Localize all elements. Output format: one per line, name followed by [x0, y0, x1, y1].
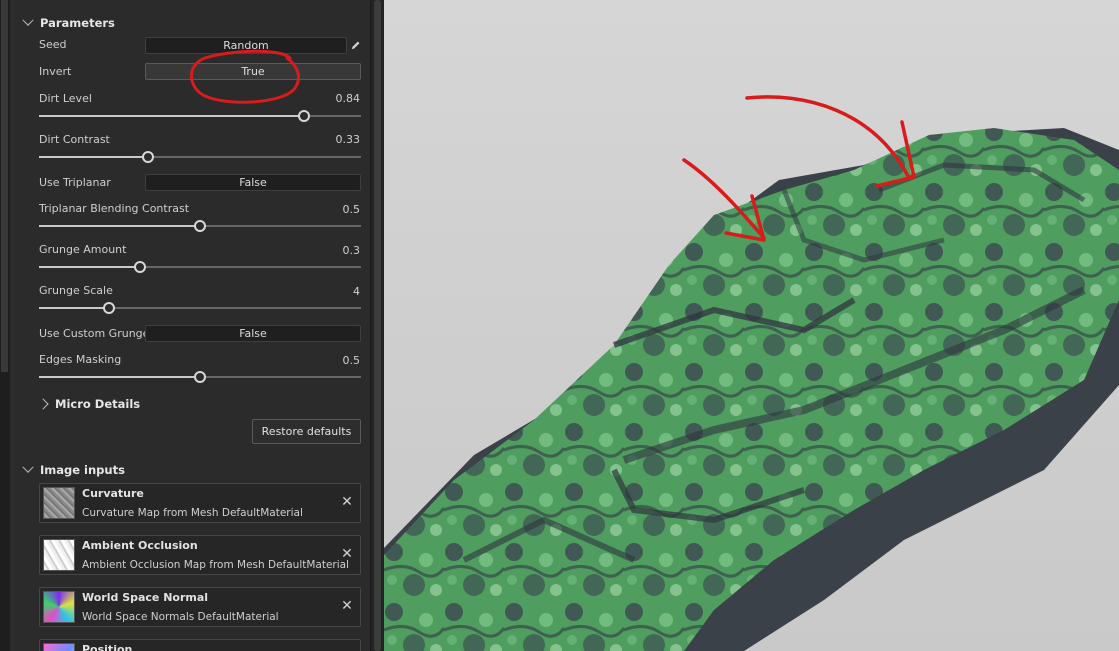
edges-masking-slider[interactable]	[39, 371, 361, 383]
chevron-down-icon	[22, 14, 34, 26]
seed-field[interactable]: Random	[145, 37, 347, 54]
image-input-title: Ambient Occlusion	[82, 539, 198, 552]
invert-toggle[interactable]: True	[145, 63, 361, 80]
world-space-normal-thumbnail	[43, 591, 75, 623]
curvature-thumbnail	[43, 487, 75, 519]
use-custom-grunge-toggle[interactable]: False	[145, 325, 361, 342]
slider-knob[interactable]	[134, 261, 147, 273]
slider-knob[interactable]	[142, 151, 155, 163]
slider-knob[interactable]	[298, 110, 310, 122]
grunge-scale-label: Grunge Scale	[39, 284, 113, 297]
dirt-level-value: 0.84	[335, 92, 361, 105]
image-input-card-curvature[interactable]: Curvature Curvature Map from Mesh Defaul…	[39, 483, 361, 523]
pencil-icon[interactable]	[350, 40, 361, 51]
slider-fill	[39, 266, 141, 268]
image-input-card-position[interactable]: Position	[39, 639, 361, 651]
slider-fill	[39, 376, 200, 378]
grunge-amount-label: Grunge Amount	[39, 243, 127, 256]
slider-fill	[39, 307, 109, 309]
properties-panel: Parameters Seed Random Invert True Dirt …	[10, 0, 370, 651]
panel-scrollbar[interactable]	[370, 0, 384, 651]
image-inputs-header-label: Image inputs	[40, 463, 125, 477]
restore-defaults-button[interactable]: Restore defaults	[252, 419, 361, 444]
micro-details-header-label: Micro Details	[55, 397, 141, 411]
close-icon[interactable]: ✕	[340, 547, 354, 561]
left-dock-strip	[0, 0, 10, 651]
seed-label: Seed	[39, 38, 67, 51]
triplanar-blending-slider[interactable]	[39, 220, 361, 232]
micro-details-section-header[interactable]: Micro Details	[37, 395, 141, 413]
image-input-card-ambient-occlusion[interactable]: Ambient Occlusion Ambient Occlusion Map …	[39, 535, 361, 575]
image-input-subtitle: Curvature Map from Mesh DefaultMaterial	[82, 507, 303, 519]
dirt-level-slider[interactable]	[39, 110, 361, 122]
dirt-level-label: Dirt Level	[39, 92, 92, 105]
image-input-subtitle: World Space Normals DefaultMaterial	[82, 611, 279, 623]
grunge-amount-slider[interactable]	[39, 261, 361, 273]
grunge-scale-slider[interactable]	[39, 302, 361, 314]
use-custom-grunge-label: Use Custom Grunge	[39, 327, 150, 340]
3d-viewport[interactable]	[384, 0, 1119, 651]
parameters-header-label: Parameters	[40, 16, 115, 30]
slider-knob[interactable]	[194, 220, 206, 232]
invert-label: Invert	[39, 65, 72, 78]
use-triplanar-label: Use Triplanar	[39, 176, 111, 189]
grunge-scale-value: 4	[353, 285, 360, 298]
edges-masking-label: Edges Masking	[39, 353, 122, 366]
triplanar-blending-value: 0.5	[342, 203, 361, 216]
image-input-subtitle: Ambient Occlusion Map from Mesh DefaultM…	[82, 559, 350, 571]
slider-knob[interactable]	[194, 371, 206, 383]
edges-masking-value: 0.5	[342, 354, 361, 367]
dirt-contrast-label: Dirt Contrast	[39, 133, 110, 146]
slider-fill	[39, 115, 304, 117]
chevron-right-icon	[37, 398, 49, 410]
use-triplanar-toggle[interactable]: False	[145, 174, 361, 191]
image-input-title: Position	[82, 643, 133, 651]
dirt-contrast-slider[interactable]	[39, 151, 361, 163]
rock-mesh-render	[384, 128, 1119, 651]
image-input-title: Curvature	[82, 487, 144, 500]
image-inputs-section-header[interactable]: Image inputs	[22, 461, 125, 479]
position-thumbnail	[43, 643, 75, 651]
triplanar-blending-label: Triplanar Blending Contrast	[39, 202, 190, 215]
image-input-title: World Space Normal	[82, 591, 209, 604]
left-dock-scrollbar[interactable]	[1, 0, 8, 372]
close-icon[interactable]: ✕	[340, 599, 354, 613]
parameters-section-header[interactable]: Parameters	[22, 14, 115, 32]
scrollbar-thumb[interactable]	[374, 0, 381, 651]
close-icon[interactable]: ✕	[340, 495, 354, 509]
grunge-amount-value: 0.3	[342, 244, 361, 257]
chevron-down-icon	[22, 461, 34, 473]
ambient-occlusion-thumbnail	[43, 539, 75, 571]
dirt-contrast-value: 0.33	[335, 133, 361, 146]
slider-knob[interactable]	[102, 302, 115, 314]
slider-fill	[39, 225, 200, 227]
slider-fill	[39, 156, 149, 158]
image-input-card-world-space-normal[interactable]: World Space Normal World Space Normals D…	[39, 587, 361, 627]
